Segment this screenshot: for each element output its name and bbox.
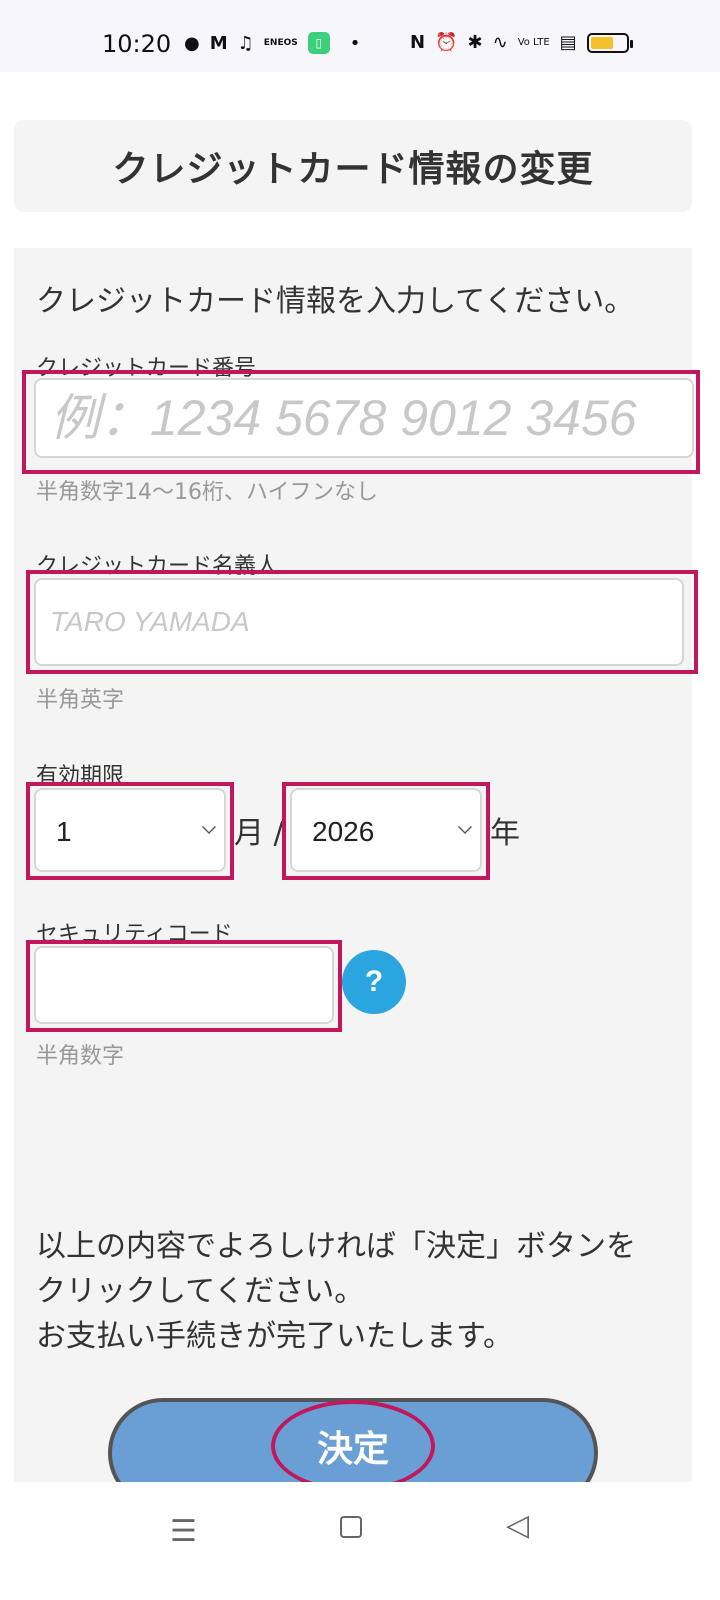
status-right-icons: N ⏰ ✱ ∿ Vo LTE ▤ — [410, 32, 633, 53]
mail-icon: M — [209, 32, 228, 54]
nfc-icon: N — [410, 32, 426, 53]
signal-icon: ▤ — [559, 32, 577, 53]
confirm-text-line: 以上の内容でよろしければ「決定」ボタンを — [36, 1229, 636, 1264]
confirm-text: 以上の内容でよろしければ「決定」ボタンを クリックしてください。 お支払い手続き… — [36, 1224, 676, 1359]
card-number-highlight — [22, 370, 700, 474]
dot-icon: • — [349, 32, 361, 54]
confirm-text-line: お支払い手続きが完了いたします。 — [36, 1319, 513, 1354]
status-time: 10:20 — [102, 30, 172, 58]
security-code-highlight — [26, 940, 342, 1032]
expiry-month-highlight — [26, 782, 234, 880]
chat-icon: ● — [184, 32, 200, 54]
month-unit: 月 / — [234, 816, 284, 851]
confirm-text-line: クリックしてください。 — [36, 1274, 365, 1309]
app-icon: ▯ — [307, 32, 330, 54]
card-holder-hint: 半角英字 — [36, 688, 125, 713]
tiktok-icon: ♫ — [237, 32, 254, 54]
help-button[interactable]: ? — [342, 950, 406, 1014]
back-icon[interactable]: ◁ — [506, 1508, 529, 1543]
home-icon[interactable] — [340, 1516, 362, 1538]
eneos-icon: ENEOS — [263, 38, 298, 48]
expiry-year-highlight — [282, 782, 490, 880]
year-unit: 年 — [490, 816, 520, 851]
status-bar: 10:20 ● M ♫ ENEOS ▯ • N ⏰ ✱ ∿ Vo LTE ▤ — [0, 0, 720, 72]
submit-highlight — [271, 1400, 435, 1492]
alarm-icon: ⏰ — [435, 32, 458, 53]
card-holder-highlight — [26, 570, 698, 674]
battery-icon — [586, 32, 633, 53]
menu-icon[interactable]: ☰ — [170, 1514, 197, 1549]
intro-text: クレジットカード情報を入力してください。 — [36, 284, 635, 319]
status-left-icons: ● M ♫ ENEOS ▯ • — [184, 32, 360, 54]
bluetooth-icon: ✱ — [467, 32, 483, 53]
battery-level — [590, 36, 614, 49]
card-number-hint: 半角数字14〜16桁、ハイフンなし — [36, 480, 378, 505]
page-title: クレジットカード情報の変更 — [112, 149, 594, 190]
navigation-bar: ☰ ◁ — [0, 1482, 720, 1600]
security-code-hint: 半角数字 — [36, 1044, 125, 1069]
volte-icon: Vo LTE — [517, 37, 550, 48]
wifi-icon: ∿ — [492, 32, 508, 53]
title-box: クレジットカード情報の変更 — [14, 120, 692, 212]
